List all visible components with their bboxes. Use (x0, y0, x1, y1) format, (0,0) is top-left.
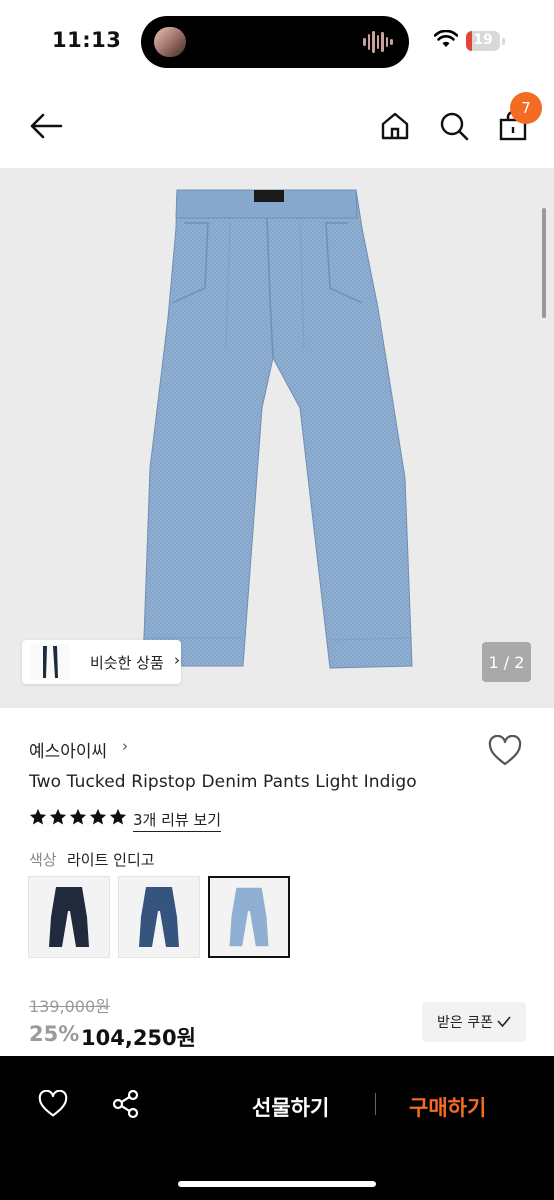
wifi-icon (434, 30, 458, 47)
star-icon (109, 808, 127, 825)
denim-pants-image (142, 189, 413, 669)
sale-price: 104,250원 (81, 1026, 196, 1050)
product-image-gallery[interactable] (0, 168, 554, 708)
dynamic-island[interactable] (141, 16, 409, 68)
audio-waveform-icon (363, 29, 394, 55)
action-divider (375, 1093, 376, 1115)
star-icon (69, 808, 87, 825)
image-pager: 1 / 2 (482, 642, 531, 682)
wishlist-button[interactable] (487, 734, 523, 771)
rating-stars (29, 808, 127, 826)
brand-link[interactable]: 예스아이씨 (29, 737, 107, 762)
pants-swatch-image (49, 887, 89, 947)
buy-button[interactable]: 구매하기 (409, 1092, 486, 1122)
back-button[interactable] (26, 106, 66, 146)
search-icon (440, 112, 469, 141)
pants-thumbnail-icon (43, 646, 58, 678)
now-playing-artwork (154, 27, 186, 57)
bottom-action-bar (0, 1056, 554, 1200)
search-button[interactable] (434, 106, 474, 146)
check-icon (497, 1016, 511, 1028)
cart-count-badge: 7 (510, 92, 542, 124)
wishlist-bottom-button[interactable] (37, 1088, 69, 1120)
chevron-right-icon: › (174, 651, 180, 669)
coupon-label: 받은 쿠폰 (437, 1015, 493, 1031)
similar-product-thumbnail (30, 644, 70, 680)
battery-nub (502, 38, 505, 45)
arrow-left-icon (30, 113, 63, 139)
discount-rate: 25% (29, 1022, 80, 1046)
share-button[interactable] (110, 1088, 142, 1120)
heart-icon (38, 1090, 68, 1117)
color-swatch[interactable] (118, 876, 200, 958)
share-icon (112, 1089, 139, 1119)
color-swatch[interactable] (28, 876, 110, 958)
top-nav (0, 84, 554, 168)
product-title: Two Tucked Ripstop Denim Pants Light Ind… (29, 772, 417, 792)
pants-swatch-image (229, 887, 269, 947)
home-indicator[interactable] (178, 1181, 376, 1187)
color-label: 색상 (29, 851, 57, 869)
star-icon (49, 808, 67, 825)
gift-button[interactable]: 선물하기 (252, 1092, 329, 1122)
page-scrollbar[interactable] (542, 208, 546, 318)
home-button[interactable] (375, 106, 415, 146)
original-price: 139,000원 (29, 997, 110, 1016)
battery-icon: 19 (466, 31, 500, 51)
pants-swatch-image (139, 887, 179, 947)
star-icon (89, 808, 107, 825)
heart-icon (488, 734, 522, 766)
star-icon (29, 808, 47, 825)
color-swatch[interactable] (208, 876, 290, 958)
review-link[interactable]: 3개 리뷰 보기 (133, 809, 222, 832)
similar-products-button[interactable]: 비슷한 상품 › (22, 640, 181, 684)
status-time: 11:13 (52, 28, 122, 52)
status-bar: 11:13 19 (0, 0, 554, 84)
chevron-right-icon: › (122, 737, 128, 755)
home-icon (381, 112, 409, 140)
color-value: 라이트 인디고 (67, 851, 155, 869)
coupon-button[interactable]: 받은 쿠폰 (422, 1002, 526, 1042)
similar-products-label: 비슷한 상품 (90, 654, 164, 672)
battery-percent: 19 (473, 32, 493, 48)
